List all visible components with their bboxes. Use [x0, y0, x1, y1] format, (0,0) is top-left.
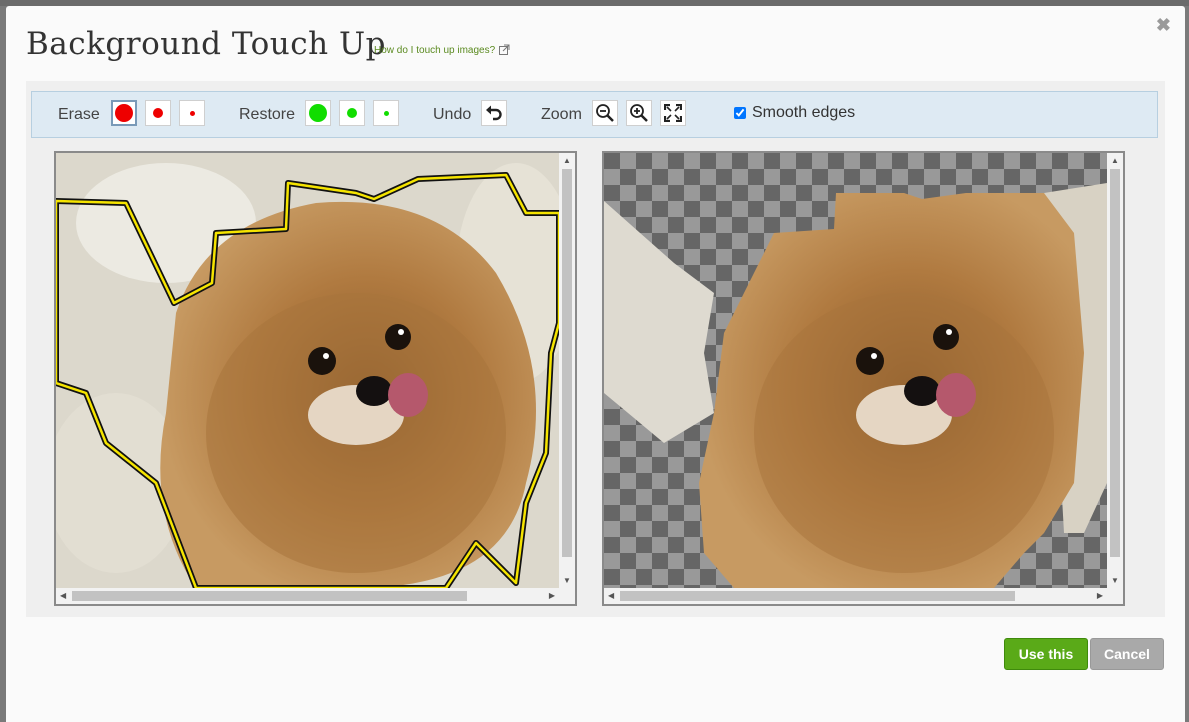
- smooth-edges-option[interactable]: Smooth edges: [734, 104, 855, 122]
- restore-large-brush-button[interactable]: [305, 100, 331, 126]
- smooth-edges-label: Smooth edges: [752, 104, 856, 121]
- brush-large-icon: [309, 104, 327, 122]
- erase-large-brush-button[interactable]: [111, 100, 137, 126]
- brush-medium-icon: [347, 108, 357, 118]
- scroll-right-icon[interactable]: ▶: [1097, 591, 1103, 600]
- horizontal-scrollbar[interactable]: ◀ ▶: [56, 588, 575, 604]
- erase-label: Erase: [58, 106, 100, 123]
- toolbar: Erase Restore Undo Zoom Smooth edges: [31, 91, 1158, 138]
- scroll-down-icon[interactable]: ▼: [563, 576, 571, 585]
- scroll-right-icon[interactable]: ▶: [549, 591, 555, 600]
- dog-tongue: [388, 373, 428, 417]
- undo-icon: [486, 105, 502, 121]
- scroll-left-icon[interactable]: ◀: [608, 591, 614, 600]
- brush-small-icon: [189, 110, 195, 116]
- scroll-down-icon[interactable]: ▼: [1111, 576, 1119, 585]
- restore-label: Restore: [239, 106, 296, 123]
- dog-nose: [356, 376, 392, 406]
- preview-image-pane[interactable]: ▲ ▼ ◀ ▶: [602, 151, 1125, 606]
- zoom-in-button[interactable]: [626, 100, 652, 126]
- fit-to-screen-icon: [664, 104, 682, 122]
- use-this-button[interactable]: Use this: [1004, 638, 1088, 670]
- scroll-thumb[interactable]: [72, 591, 467, 601]
- dog-eye-right: [385, 324, 411, 350]
- zoom-out-button[interactable]: [592, 100, 618, 126]
- scroll-left-icon[interactable]: ◀: [60, 591, 66, 600]
- zoom-in-icon: [630, 104, 648, 122]
- undo-button[interactable]: [481, 100, 507, 126]
- original-photo-canvas[interactable]: [56, 153, 559, 588]
- editor-panel: Erase Restore Undo Zoom Smooth edges ▲ ▼…: [26, 81, 1165, 617]
- cancel-button[interactable]: Cancel: [1090, 638, 1164, 670]
- preview-canvas: [604, 153, 1107, 588]
- zoom-label: Zoom: [541, 106, 582, 123]
- original-image-pane[interactable]: ▲ ▼ ◀ ▶: [54, 151, 577, 606]
- touch-up-dialog: ✖ Background Touch Up How do I touch up …: [6, 6, 1185, 722]
- vertical-scrollbar[interactable]: ▲ ▼: [559, 153, 575, 588]
- vertical-scrollbar[interactable]: ▲ ▼: [1107, 153, 1123, 588]
- brush-large-icon: [115, 104, 133, 122]
- scroll-up-icon[interactable]: ▲: [1111, 156, 1119, 165]
- undo-label: Undo: [433, 106, 472, 123]
- zoom-fit-button[interactable]: [660, 100, 686, 126]
- external-link-icon: [499, 44, 510, 55]
- dog-eye-left: [308, 347, 336, 375]
- scroll-thumb[interactable]: [620, 591, 1015, 601]
- smooth-edges-checkbox[interactable]: [734, 107, 746, 119]
- restore-medium-brush-button[interactable]: [339, 100, 365, 126]
- help-link[interactable]: How do I touch up images?: [374, 44, 510, 56]
- dialog-title: Background Touch Up: [26, 26, 386, 62]
- close-icon[interactable]: ✖: [1156, 16, 1171, 34]
- erase-small-brush-button[interactable]: [179, 100, 205, 126]
- zoom-out-icon: [596, 104, 614, 122]
- restore-small-brush-button[interactable]: [373, 100, 399, 126]
- erase-medium-brush-button[interactable]: [145, 100, 171, 126]
- brush-small-icon: [383, 110, 389, 116]
- help-link-text: How do I touch up images?: [374, 45, 496, 56]
- scroll-up-icon[interactable]: ▲: [563, 156, 571, 165]
- brush-medium-icon: [153, 108, 163, 118]
- scroll-thumb[interactable]: [1110, 169, 1120, 557]
- scroll-thumb[interactable]: [562, 169, 572, 557]
- horizontal-scrollbar[interactable]: ◀ ▶: [604, 588, 1123, 604]
